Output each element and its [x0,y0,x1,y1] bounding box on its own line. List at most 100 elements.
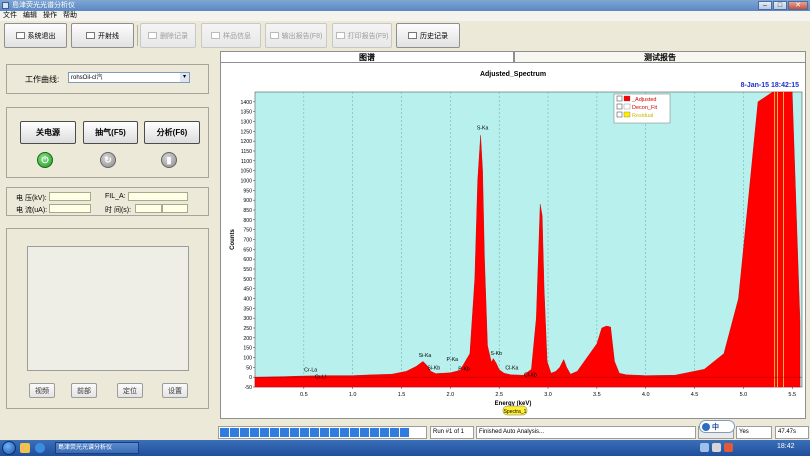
tray-network-icon[interactable] [700,443,709,452]
title-bar: 島津荧光光谱分析仪 – □ ✕ [0,0,810,11]
y-tick-label: 1300 [240,120,252,126]
x-tick-label: 3.0 [544,392,552,398]
y-tick-label: 1000 [240,179,252,185]
y-tick-label: 50 [246,365,252,371]
minimize-button[interactable]: – [758,1,772,10]
exit-label: 系统退出 [27,32,56,40]
history-button[interactable]: 历史记录 [396,23,460,48]
x-tick-label: 4.5 [691,392,699,398]
progress-block [280,428,289,437]
ime-mode[interactable]: 中 [712,422,719,432]
power-button[interactable]: 关电源 [20,121,76,144]
taskbar-app-button[interactable]: 島津荧光光谱分析仪 [55,442,139,454]
progress-block [290,428,299,437]
sample-icon [211,32,220,39]
folder-icon[interactable] [20,443,30,453]
chart-timestamp: 8-Jan-15 18:42:15 [741,82,799,89]
time-field-total[interactable] [162,204,188,213]
legend-checkbox [616,95,623,102]
progress-block [360,428,369,437]
menu-file[interactable]: 文件 [0,11,20,21]
voltage-label: 电 压(kV): [16,195,47,202]
progress-block [250,428,259,437]
front-button[interactable]: 前部 [71,383,97,398]
y-tick-label: 700 [243,238,252,244]
plot-area [254,91,803,388]
menu-edit[interactable]: 编辑 [20,11,40,21]
y-tick-label: 100 [243,356,252,362]
xray-icon [86,32,95,39]
toolbar: 系统退出 开射线 删除记录 样品信息 输出报告(F8) 打印报告(F9) 历史记… [0,21,810,50]
current-field[interactable] [49,204,91,213]
params-panel: 电 压(kV): FIL_A: 电 流(uA): 时 间(s): [6,187,209,216]
y-tick-label: 900 [243,198,252,204]
ime-toolbar[interactable]: 中 [699,420,735,433]
status-percent: 47.47s [775,426,809,439]
legend-item: Decon_Fit [632,105,658,111]
fil-label: FIL_A: [105,193,126,200]
curve-panel: 工作曲线: rohsOil-cl汽 ▾ [6,64,209,94]
y-tick-label: 1250 [240,129,252,135]
ie-icon[interactable] [35,443,45,453]
video-button[interactable]: 视频 [29,383,55,398]
history-icon [408,32,417,39]
progress-block [370,428,379,437]
exit-icon [15,32,25,39]
trash-icon: ▮ [161,152,177,168]
y-tick-label: 1350 [240,110,252,116]
tray-volume-icon[interactable] [712,443,721,452]
x-tick-label: 3.5 [593,392,601,398]
menu-help[interactable]: 帮助 [60,11,80,21]
fil-field[interactable] [128,192,188,201]
progress-block [220,428,229,437]
pump-button[interactable]: 抽气(F5) [83,121,138,144]
open-xray-button[interactable]: 开射线 [71,23,134,48]
peak-label: Cr-Ll [315,375,326,381]
taskbar: 島津荧光光谱分析仪 18:42 [0,440,810,456]
export-report-label: 输出报告(F8) [281,32,323,40]
analyze-button[interactable]: 分析(F6) [144,121,200,144]
y-tick-label: 300 [243,316,252,322]
exit-button[interactable]: 系统退出 [4,23,67,48]
toolbar-separator [137,25,138,46]
clock[interactable]: 18:42 [777,443,795,450]
tray-flag-icon[interactable] [724,443,733,452]
maximize-button[interactable]: □ [773,1,787,10]
locate-button[interactable]: 定位 [117,383,143,398]
y-tick-label: 400 [243,297,252,303]
curve-label: 工作曲线: [25,75,60,84]
export-report-button[interactable]: 输出报告(F8) [265,23,327,48]
print-report-label: 打印报告(F9) [347,32,389,40]
voltage-field[interactable] [49,192,91,201]
time-field-elapsed[interactable] [135,204,162,213]
delete-icon [148,32,157,39]
control-panel: 关电源 抽气(F5) 分析(F6) ⏻ ↻ ▮ [6,107,209,178]
spectrum-chart: Adjusted_Spectrum 8-Jan-15 18:42:15 1400 13… [230,71,803,416]
peak-label: P-Kb [458,366,470,372]
progress-block [390,428,399,437]
curve-select[interactable]: rohsOil-cl汽 ▾ [68,72,190,83]
y-tick-label: 850 [243,208,252,214]
y-tick-label: 550 [243,267,252,273]
menu-operate[interactable]: 操作 [40,11,60,21]
progress-block [320,428,329,437]
settings-button[interactable]: 设置 [162,383,188,398]
print-report-button[interactable]: 打印报告(F9) [332,23,392,48]
sample-info-button[interactable]: 样品信息 [201,23,261,48]
delete-record-button[interactable]: 删除记录 [140,23,196,48]
y-tick-label: 250 [243,326,252,332]
start-button[interactable] [2,441,16,455]
progress-block [350,428,359,437]
progress-block [240,428,249,437]
progress-block [300,428,309,437]
y-tick-label: 200 [243,336,252,342]
x-tick-label: 1.0 [349,392,357,398]
close-button[interactable]: ✕ [788,1,808,10]
y-tick-label: 150 [243,346,252,352]
print-icon [335,32,345,39]
chevron-down-icon[interactable]: ▾ [180,73,189,82]
y-tick-label: -50 [245,385,253,391]
video-panel: 视频 前部 定位 设置 [6,228,209,409]
y-tick-label: 1200 [240,139,252,145]
open-xray-label: 开射线 [98,32,119,40]
